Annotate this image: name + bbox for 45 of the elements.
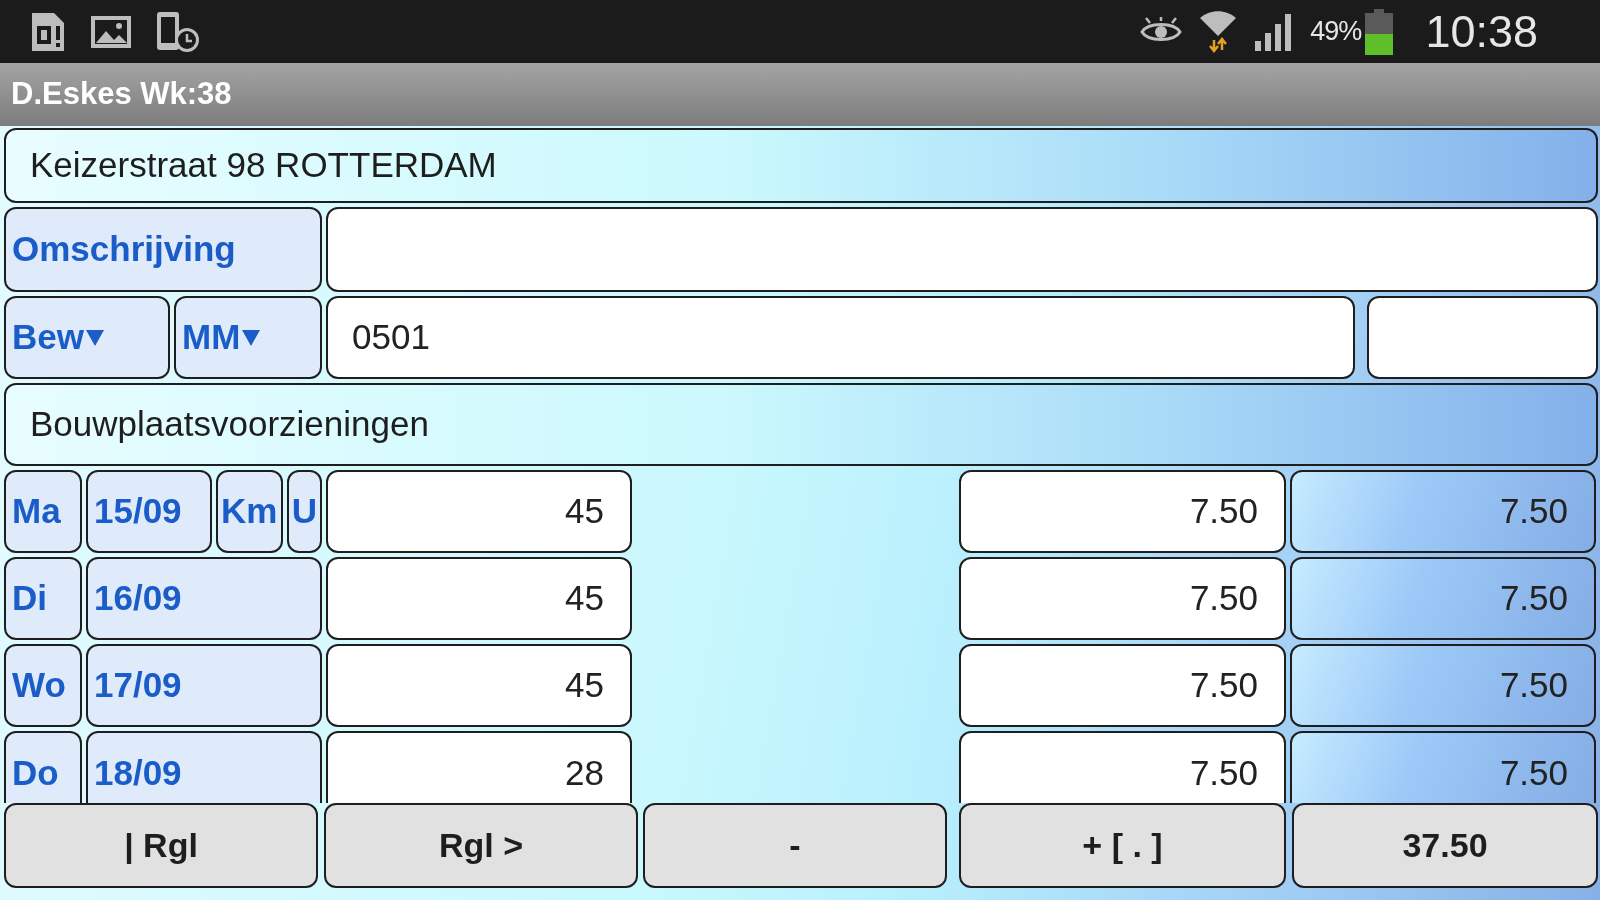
unit-label: Km [216,470,283,553]
action-button[interactable]: - [643,803,947,888]
action-button[interactable]: Rgl > [324,803,638,888]
total-cell: 7.50 [1290,731,1596,803]
sim-card-icon [30,11,66,52]
dropdown-button[interactable]: Bew [4,296,170,379]
quantity-field[interactable]: 45 [326,644,632,727]
field-label: Omschrijving [4,207,322,292]
date-label: 17/09 [86,644,322,727]
phone-clock-icon [156,10,200,53]
app-title: D.Eskes Wk:38 [11,75,232,114]
day-label: Wo [4,644,82,727]
hours-field[interactable]: 7.50 [959,470,1286,553]
action-button[interactable]: | Rgl [4,803,318,888]
action-button[interactable]: 37.50 [1292,803,1598,888]
action-button[interactable]: + [ . ] [959,803,1286,888]
quantity-field[interactable]: 28 [326,731,632,803]
input-field[interactable] [1367,296,1598,379]
activity-banner: Bouwplaatsvoorzieningen [4,383,1598,466]
clock-time: 10:38 [1425,9,1538,54]
day-label: Do [4,731,82,803]
image-icon [90,14,132,49]
address-banner: Keizerstraat 98 ROTTERDAM [4,128,1598,203]
wifi-icon [1198,9,1239,54]
dropdown-button[interactable]: MM [174,296,322,379]
hours-field[interactable]: 7.50 [959,731,1286,803]
date-label: 15/09 [86,470,212,553]
total-cell: 7.50 [1290,470,1596,553]
date-label: 18/09 [86,731,322,803]
total-cell: 7.50 [1290,557,1596,640]
caret-icon [85,329,104,346]
quantity-field[interactable]: 45 [326,470,632,553]
description-field[interactable] [326,207,1598,292]
caret-icon [242,329,261,346]
day-label: Di [4,557,82,640]
total-cell: 7.50 [1290,644,1596,727]
day-label: Ma [4,470,82,553]
battery-percentage: 49% [1310,15,1362,49]
date-label: 16/09 [86,557,322,640]
quantity-field[interactable]: 45 [326,557,632,640]
hours-field[interactable]: 7.50 [959,644,1286,727]
unit-label: U [286,470,322,553]
battery-icon [1365,8,1394,55]
code-field[interactable]: 0501 [326,296,1355,379]
hours-field[interactable]: 7.50 [959,557,1286,640]
